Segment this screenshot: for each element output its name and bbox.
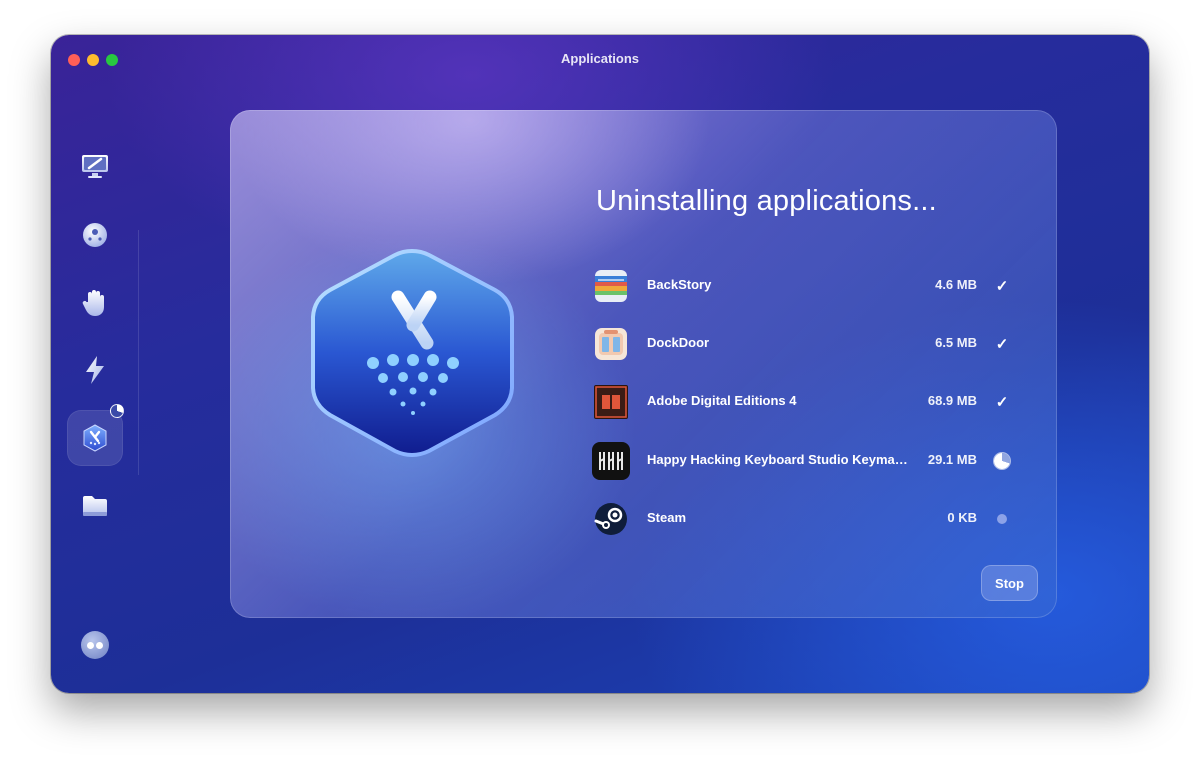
uninstall-panel: Uninstalling applications... BackStory 4…: [230, 110, 1057, 618]
files-folder-icon: [81, 494, 109, 518]
status-pending: [992, 509, 1012, 529]
uninstall-progress-indicator: [110, 404, 124, 418]
checkmark-icon: ✓: [995, 394, 1009, 411]
list-item: BackStory 4.6 MB ✓: [592, 266, 1012, 306]
hhkb-keymap-app-icon: [592, 442, 630, 480]
status-complete: ✓: [992, 334, 1012, 354]
backstory-app-icon: [592, 267, 630, 305]
protection-disc-icon: [81, 221, 109, 249]
app-name: Steam: [647, 510, 687, 525]
app-size: 0 KB: [947, 510, 977, 525]
adobe-digital-editions-app-icon: [592, 383, 630, 421]
monitor-broom-icon: [80, 152, 110, 180]
pending-dot-icon: [997, 514, 1007, 524]
stop-button[interactable]: Stop: [981, 565, 1038, 601]
progress-pie-icon: [994, 453, 1010, 469]
app-name: BackStory: [647, 277, 712, 292]
window-title: Applications: [560, 51, 639, 66]
uninstaller-hero-icon: [305, 245, 520, 465]
sidebar-item-protection[interactable]: [67, 207, 123, 263]
privacy-hand-icon: [82, 288, 108, 318]
app-size: 68.9 MB: [927, 393, 977, 408]
speed-bolt-icon: [83, 355, 107, 385]
app-name: Happy Hacking Keyboard Studio Keymap T..…: [647, 452, 912, 467]
applications-uninstaller-icon: [81, 423, 109, 453]
page-title: Uninstalling applications...: [596, 185, 937, 217]
app-size: 29.1 MB: [927, 452, 977, 467]
status-complete: ✓: [992, 276, 1012, 296]
status-complete: ✓: [992, 392, 1012, 412]
assistant-avatar-icon[interactable]: [81, 631, 109, 659]
sidebar-item-applications[interactable]: [67, 404, 124, 466]
steam-app-icon: [592, 500, 630, 538]
list-item: Steam 0 KB: [592, 499, 1012, 539]
sidebar-item-privacy[interactable]: [67, 275, 123, 331]
list-item: DockDoor 6.5 MB ✓: [592, 324, 1012, 364]
dockdoor-app-icon: [592, 325, 630, 363]
list-item: Happy Hacking Keyboard Studio Keymap T..…: [592, 441, 1012, 481]
app-name: Adobe Digital Editions 4: [647, 393, 797, 408]
app-size: 4.6 MB: [935, 277, 977, 292]
app-name: DockDoor: [647, 335, 710, 350]
sidebar-item-speed[interactable]: [67, 342, 123, 398]
app-size: 6.5 MB: [935, 335, 977, 350]
app-window: Applications Uninstalling applications..…: [51, 35, 1149, 693]
sidebar-item-files[interactable]: [67, 478, 123, 534]
list-item: Adobe Digital Editions 4 68.9 MB ✓: [592, 382, 1012, 422]
checkmark-icon: ✓: [995, 278, 1009, 295]
checkmark-icon: ✓: [995, 336, 1009, 353]
status-in-progress: [992, 451, 1012, 471]
sidebar-item-cleanup[interactable]: [67, 138, 123, 194]
sidebar-divider: [138, 230, 139, 475]
